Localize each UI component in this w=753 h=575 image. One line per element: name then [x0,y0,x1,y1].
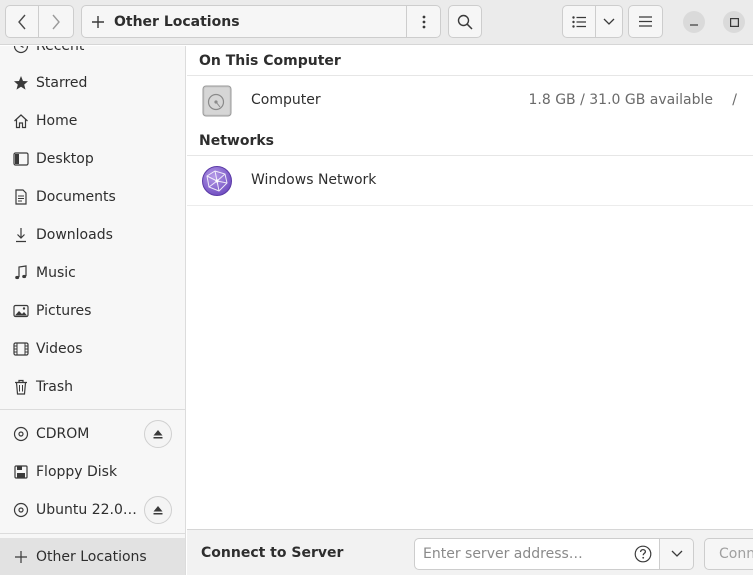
sidebar-item-home[interactable]: Home [0,102,185,140]
picture-icon [12,302,30,320]
maximize-icon [729,17,739,27]
sidebar-item-label: Starred [36,75,88,91]
floppy-icon [12,463,30,481]
location-row-windows-network[interactable]: Windows Network [187,155,753,206]
sidebar-item-label: Documents [36,189,116,205]
sidebar-item-label: Home [36,113,78,129]
connect-button[interactable]: Connect [704,538,753,570]
locations-view: On This Computer Computer 1.8 GB / 31.0 … [187,46,753,529]
connect-to-server-label: Connect to Server [201,545,344,561]
sidebar-item-other-locations[interactable]: Other Locations [0,538,185,575]
search-button[interactable] [448,5,482,38]
sidebar-item-cdrom[interactable]: CDROM [0,415,185,453]
eject-button[interactable] [144,420,172,448]
sidebar-item-floppy-disk[interactable]: Floppy Disk [0,453,185,491]
star-icon [12,74,30,92]
trash-icon [12,378,30,396]
sidebar-item-label: Music [36,265,76,281]
path-menu-button[interactable] [406,6,440,37]
back-button[interactable] [5,5,39,38]
disc-icon [12,425,30,443]
home-icon [12,112,30,130]
sidebar-item-trash[interactable]: Trash [0,368,185,406]
section-title-networks: Networks [199,133,275,149]
desktop-icon [12,150,30,168]
sidebar-item-label: Videos [36,341,83,357]
sidebar-item-label: Other Locations [36,549,147,565]
hamburger-icon [639,16,652,27]
connect-button-label: Connect [719,546,753,562]
path-bar: Other Locations [81,5,441,38]
sidebar-item-music[interactable]: Music [0,254,185,292]
sidebar-item-videos[interactable]: Videos [0,330,185,368]
minimize-button[interactable] [683,11,705,33]
search-icon [457,14,473,30]
sidebar-item-ubuntu-disc[interactable]: Ubuntu 22.0… [0,491,185,529]
sidebar-item-label: Ubuntu 22.0… [36,502,137,518]
list-view-icon [572,15,586,28]
main-menu-button[interactable] [628,5,663,38]
section-title-on-this-computer: On This Computer [199,53,341,69]
header-bar: Other Locations [0,0,753,45]
sidebar-item-documents[interactable]: Documents [0,178,185,216]
plus-icon [92,15,104,28]
maximize-button[interactable] [723,11,745,33]
hard-drive-icon [202,85,232,117]
forward-button[interactable] [39,5,74,38]
sidebar-item-pictures[interactable]: Pictures [0,292,185,330]
sidebar-item-desktop[interactable]: Desktop [0,140,185,178]
disc-icon [12,501,30,519]
sidebar-item-label: Desktop [36,151,94,167]
chevron-left-icon [18,14,26,29]
path-label: Other Locations [114,13,240,30]
disk-usage-text: 1.8 GB / 31.0 GB available [528,92,713,108]
sidebar: Recent Starred Home Desktop Documents Do… [0,46,186,575]
path-crumb-other-locations[interactable]: Other Locations [82,6,406,37]
chevron-right-icon [52,14,60,29]
eject-button[interactable] [144,496,172,524]
sidebar-item-label: Floppy Disk [36,464,118,480]
chevron-down-icon [671,550,682,557]
recent-servers-dropdown[interactable] [660,538,694,570]
eject-icon [153,430,163,439]
sidebar-item-label: Recent [36,46,85,54]
network-globe-icon [202,166,232,196]
plus-icon [12,548,30,566]
sidebar-item-starred[interactable]: Starred [0,64,185,102]
clock-icon [12,46,30,55]
video-icon [12,340,30,358]
sidebar-item-downloads[interactable]: Downloads [0,216,185,254]
connect-to-server-bar: Connect to Server Connect [187,529,753,575]
row-divider [187,205,753,206]
document-icon [12,188,30,206]
sidebar-separator [0,409,185,410]
sidebar-item-label: Pictures [36,303,92,319]
location-row-computer[interactable]: Computer 1.8 GB / 31.0 GB available / [187,75,753,126]
sidebar-item-label: Trash [36,379,73,395]
location-name: Computer [251,92,321,108]
music-icon [12,264,30,282]
sidebar-item-recent[interactable]: Recent [0,46,185,65]
mount-path: / [732,92,737,108]
minimize-icon [690,24,698,26]
chevron-down-icon [603,18,615,25]
kebab-menu-icon [422,15,425,28]
sidebar-item-label: Downloads [36,227,113,243]
view-options-button[interactable] [596,5,623,38]
sidebar-separator [0,533,185,534]
sidebar-item-label: CDROM [36,426,90,442]
download-icon [12,226,30,244]
eject-icon [153,506,163,515]
server-address-input[interactable] [414,538,660,570]
list-view-button[interactable] [562,5,596,38]
location-name: Windows Network [251,172,377,188]
help-icon[interactable] [634,545,652,563]
